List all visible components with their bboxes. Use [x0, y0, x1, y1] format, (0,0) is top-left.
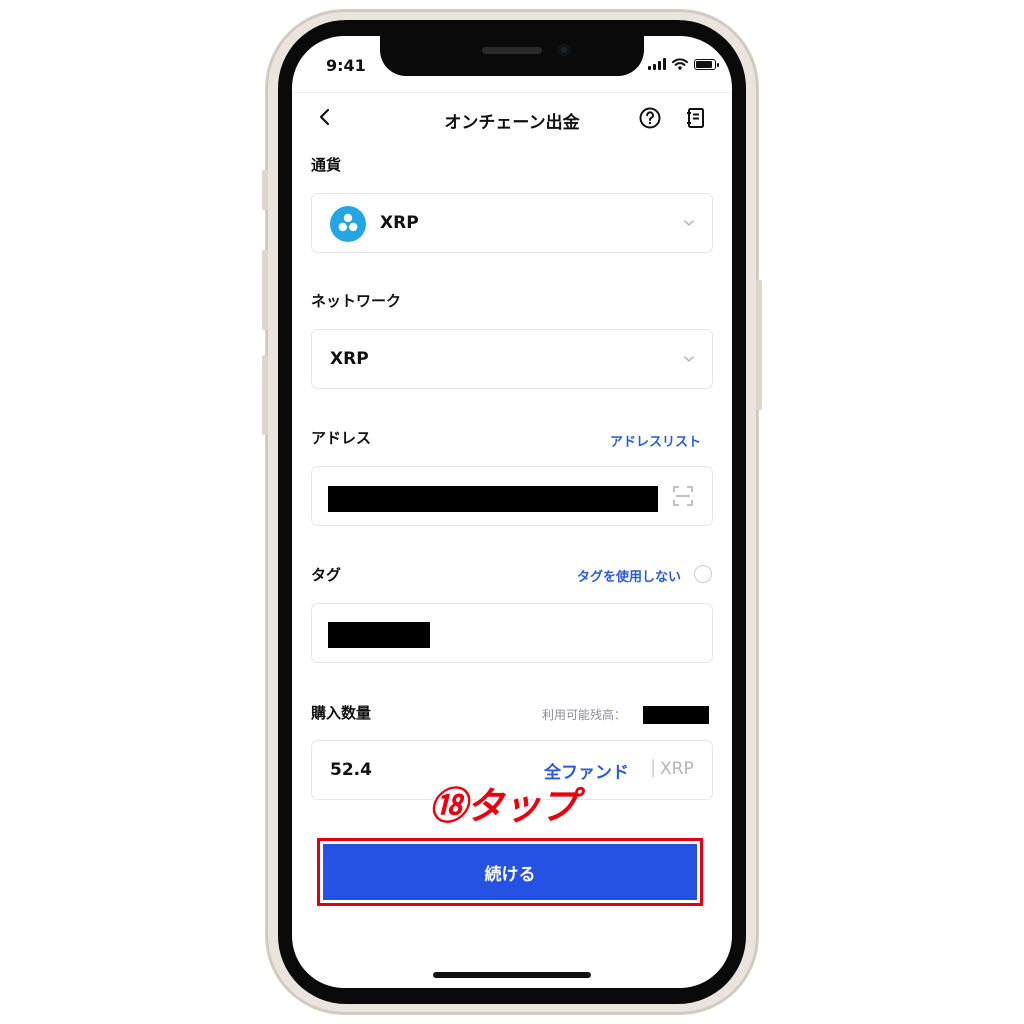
address-list-link[interactable]: アドレスリスト — [610, 431, 701, 450]
redacted-address — [328, 486, 658, 512]
network-label: ネットワーク — [311, 292, 402, 310]
notch — [380, 36, 644, 76]
question-circle-icon[interactable] — [638, 106, 662, 130]
currency-value: XRP — [380, 213, 419, 233]
volume-up-button — [262, 250, 268, 330]
currency-select[interactable]: XRP — [311, 193, 713, 253]
status-icons — [648, 58, 719, 70]
network-select[interactable]: XRP — [311, 329, 713, 389]
battery-icon — [694, 58, 719, 70]
header-divider — [292, 92, 732, 93]
chevron-down-icon — [684, 220, 694, 226]
silent-switch — [262, 170, 268, 210]
home-indicator — [433, 972, 591, 978]
wifi-icon — [672, 58, 688, 70]
tap-annotation: ⑱タップ — [428, 783, 579, 829]
no-tag-link[interactable]: タグを使用しない — [577, 566, 681, 585]
phone-screen: 9:41 オンチェーン出金 通貨 XRP ネットワーク XRP アドレス アドレ… — [292, 36, 732, 988]
scan-qr-icon[interactable] — [672, 485, 694, 507]
currency-label: 通貨 — [311, 156, 342, 174]
redacted-tag — [328, 622, 430, 648]
xrp-logo-icon — [330, 206, 366, 242]
redacted-balance — [643, 706, 709, 724]
address-label: アドレス — [311, 429, 372, 447]
cellular-signal-icon — [648, 58, 666, 70]
page-title: オンチェーン出金 — [444, 113, 580, 133]
amount-unit: XRP — [660, 759, 694, 779]
record-icon[interactable] — [684, 106, 708, 130]
tag-input[interactable] — [311, 603, 713, 663]
chevron-down-icon — [684, 356, 694, 362]
tag-label: タグ — [311, 566, 342, 584]
separator: | — [650, 757, 657, 778]
front-camera — [558, 44, 570, 56]
status-time: 9:41 — [326, 56, 366, 75]
no-tag-radio[interactable] — [694, 565, 712, 583]
address-input[interactable] — [311, 466, 713, 526]
speaker-grille — [482, 47, 542, 54]
continue-button[interactable]: 続ける — [323, 844, 697, 900]
network-value: XRP — [330, 349, 369, 369]
amount-value: 52.4 — [330, 760, 372, 780]
amount-label: 購入数量 — [311, 704, 372, 722]
power-button — [756, 280, 762, 410]
volume-down-button — [262, 355, 268, 435]
available-balance-label: 利用可能残高： — [542, 708, 627, 722]
nav-bar: オンチェーン出金 — [292, 100, 732, 140]
